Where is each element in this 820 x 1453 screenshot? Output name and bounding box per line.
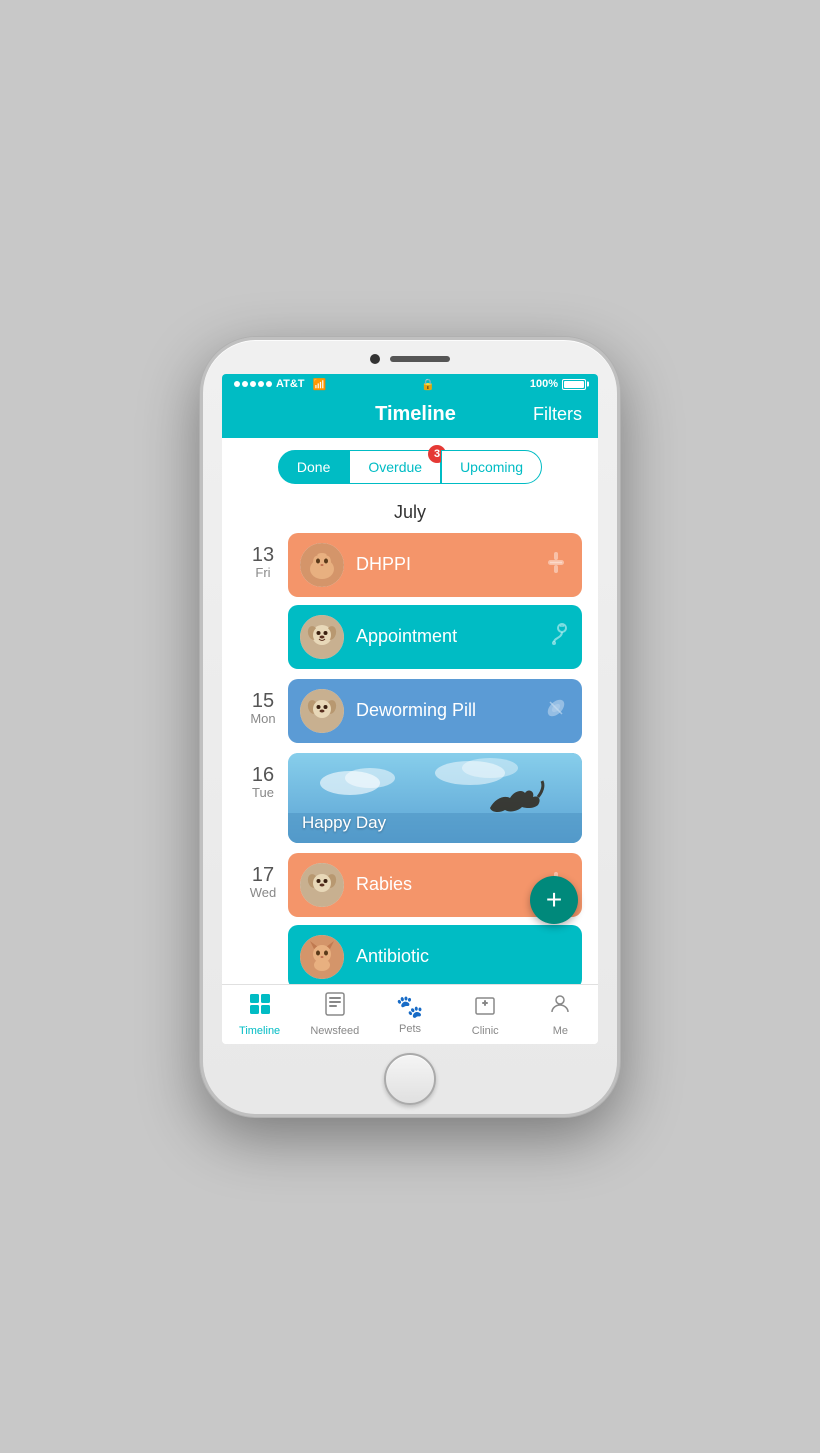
signal-dots — [234, 381, 272, 387]
clinic-icon — [473, 992, 497, 1022]
nav-label-newsfeed: Newsfeed — [310, 1025, 359, 1037]
tab-done[interactable]: Done — [278, 450, 349, 484]
timeline-content: 13 Fri — [222, 533, 598, 984]
tab-overdue[interactable]: Overdue 3 — [349, 450, 441, 484]
page-title: Timeline — [375, 403, 456, 426]
me-icon — [548, 992, 572, 1022]
nav-timeline[interactable]: Timeline — [222, 992, 297, 1037]
newsfeed-icon — [324, 992, 346, 1022]
date-16-tue: 16 Tue — [238, 753, 288, 800]
events-col-15: Deworming Pill — [288, 679, 582, 743]
nav-pets[interactable]: 🐾 Pets — [372, 994, 447, 1035]
status-right: 100% — [530, 378, 586, 390]
pets-icon: 🐾 — [396, 994, 423, 1020]
wifi-icon: 📶 — [313, 378, 327, 391]
timeline-row: 13 Fri — [238, 533, 582, 669]
pet-avatar-dog-1 — [300, 615, 344, 659]
event-name-happy-day: Happy Day — [302, 813, 386, 833]
date-13-fri: 13 Fri — [238, 533, 288, 580]
tab-bar: Done Overdue 3 Upcoming — [222, 438, 598, 496]
pill-icon — [542, 694, 570, 728]
date-17-wed: 17 Wed — [238, 853, 288, 900]
nav-label-pets: Pets — [399, 1023, 421, 1035]
stethoscope-icon — [542, 620, 570, 654]
phone-speaker — [390, 356, 450, 362]
filters-button[interactable]: Filters — [533, 404, 582, 425]
lock-icon: 🔒 — [421, 378, 435, 391]
events-col-16: Happy Day — [288, 753, 582, 843]
pet-avatar-dog-3 — [300, 863, 344, 907]
bottom-nav: Timeline Newsfeed 🐾 Pets — [222, 984, 598, 1044]
phone-bottom — [384, 1044, 436, 1114]
carrier-label: AT&T — [276, 378, 305, 390]
nav-label-clinic: Clinic — [472, 1025, 499, 1037]
status-bar: AT&T 📶 🔒 100% — [222, 374, 598, 395]
event-happy-day[interactable]: Happy Day — [288, 753, 582, 843]
nav-label-timeline: Timeline — [239, 1025, 280, 1037]
home-button[interactable] — [384, 1053, 436, 1105]
nav-me[interactable]: Me — [523, 992, 598, 1037]
nav-newsfeed[interactable]: Newsfeed — [297, 992, 372, 1037]
nav-clinic[interactable]: Clinic — [448, 992, 523, 1037]
event-name-dhppi: DHPPI — [356, 554, 542, 575]
app-header: Timeline Filters — [222, 395, 598, 438]
nav-label-me: Me — [553, 1025, 568, 1037]
phone-top-bar — [203, 340, 617, 374]
events-col-13: DHPPI — [288, 533, 582, 669]
event-dhppi[interactable]: DHPPI — [288, 533, 582, 597]
timeline-icon — [248, 992, 272, 1022]
timeline-row-17: 17 Wed — [238, 853, 582, 984]
timeline-row-15: 15 Mon — [238, 679, 582, 743]
pet-avatar-cat-2 — [300, 935, 344, 979]
phone-screen: AT&T 📶 🔒 100% Timeline Filters Done Over… — [222, 374, 598, 1044]
timeline-row-16: 16 Tue — [238, 753, 582, 843]
event-name-rabies: Rabies — [356, 874, 542, 895]
event-name-antibiotic: Antibiotic — [356, 946, 570, 967]
battery-icon — [562, 379, 586, 390]
event-antibiotic[interactable]: Antibiotic — [288, 925, 582, 984]
event-appointment[interactable]: Appointment — [288, 605, 582, 669]
date-15-mon: 15 Mon — [238, 679, 288, 726]
event-name-deworming: Deworming Pill — [356, 700, 542, 721]
front-camera — [370, 354, 380, 364]
phone-device: AT&T 📶 🔒 100% Timeline Filters Done Over… — [200, 337, 620, 1117]
fab-add[interactable]: + — [530, 876, 578, 924]
tab-upcoming[interactable]: Upcoming — [441, 450, 542, 484]
pet-avatar-cat — [300, 543, 344, 587]
event-name-appointment: Appointment — [356, 626, 542, 647]
battery-percent: 100% — [530, 378, 558, 390]
month-label: July — [222, 496, 598, 533]
status-left: AT&T 📶 — [234, 378, 326, 391]
pet-avatar-dog-2 — [300, 689, 344, 733]
vaccine-icon — [542, 548, 570, 582]
event-deworming[interactable]: Deworming Pill — [288, 679, 582, 743]
